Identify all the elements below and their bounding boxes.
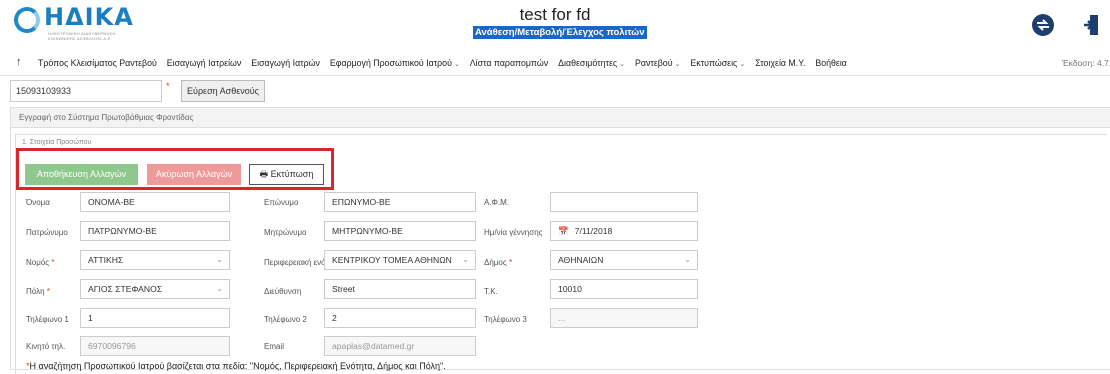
save-changes-button[interactable]: Αποθήκευση Αλλαγών [25,164,138,185]
father-name-label: Πατρώνυμο [26,228,68,237]
phone2-label: Τηλέφωνο 2 [264,315,307,324]
dob-label: Ημ/νία γέννησης [484,228,543,237]
version-label: Έκδοση: 4.7.1 [1062,58,1110,68]
page-title: test for fd [519,5,591,24]
subsection-title[interactable]: 1. Στοιχεία Προσώπου [22,139,91,146]
address-label: Διεύθυνση [264,287,302,296]
city-select[interactable]: ΑΓΙΟΣ ΣΤΕΦΑΝΟΣ ⌄ [80,279,230,299]
regional-unit-select[interactable]: ΚΕΝΤΡΙΚΟΥ ΤΟΜΕΑ ΑΘΗΝΩΝ ⌄ [324,250,476,270]
nav-item-add-clinics[interactable]: Εισαγωγή Ιατρείων [167,58,242,68]
email-field[interactable]: apaplas@datamed.gr [324,336,476,356]
last-name-label: Επώνυμο [264,198,299,207]
arrow-up-icon[interactable]: ↑ [16,56,22,68]
section-title: Εγγραφή στο Σύστημα Πρωτοβάθμιας Φροντίδ… [11,108,1110,128]
mobile-field[interactable]: 6970096796 [80,336,230,356]
nav-item-help[interactable]: Βοήθεια [815,58,847,68]
phone1-label: Τηλέφωνο 1 [26,315,69,324]
father-name-field[interactable]: ΠΑΤΡΩΝΥΜΟ-ΒΕ [80,221,230,241]
page-subtitle: Ανάθεση/Μεταβολή/Έλεγχος πολιτών [473,26,647,39]
cancel-changes-button[interactable]: Ακύρωση Αλλαγών [147,164,241,185]
first-name-label: Όνομα [26,198,50,207]
email-label: Email [264,342,285,351]
municipality-label: Δήμος * [484,258,513,267]
mobile-label: Κινητό τηλ. [26,342,66,351]
printer-icon: 🖶 [259,169,271,179]
first-name-field[interactable]: ΟΝΟΜΑ-ΒΕ [80,192,230,212]
phone2-field[interactable]: 2 [324,308,476,328]
postal-code-label: Τ.Κ. [484,287,498,296]
action-buttons-highlight: Αποθήκευση Αλλαγών Ακύρωση Αλλαγών 🖶 Εκτ… [16,148,334,190]
prefecture-select[interactable]: ΑΤΤΙΚΗΣ ⌄ [80,250,230,270]
nav-item-unit-info[interactable]: Στοιχεία Μ.Υ. [755,58,805,68]
main-navbar: ↑ Τρόπος Κλεισίματος Ραντεβού Εισαγωγή Ι… [0,50,1110,76]
postal-code-field[interactable]: 10010 [550,279,698,299]
chevron-down-icon: ⌄ [216,255,223,264]
chevron-down-icon: ⌄ [684,255,691,264]
city-label: Πόλη * [26,287,50,296]
find-patient-button[interactable]: Εύρεση Ασθενούς [181,80,265,102]
phone1-field[interactable]: 1 [80,308,230,328]
nav-item-prints[interactable]: Εκτυπώσεις ⌄ [690,58,745,68]
logo-mark-icon [14,7,40,33]
nav-item-appointment-closing[interactable]: Τρόπος Κλεισίματος Ραντεβού [38,58,157,68]
chevron-down-icon: ⌄ [216,284,223,293]
chevron-down-icon: ⌄ [462,255,469,264]
last-name-field[interactable]: ΕΠΩΝΥΜΟ-ΒΕ [324,192,476,212]
mother-name-label: Μητρώνυμο [264,228,307,237]
phone3-field[interactable]: ... [550,308,698,328]
switch-user-icon[interactable] [1032,14,1054,36]
app-header: ΗΔΙΚΑ ΗΛΕΚΤΡΟΝΙΚΗ ΔΙΑΚΥΒΕΡΝΗΣΗ ΚΟΙΝΩΝΙΚΗ… [0,0,1110,50]
logout-icon[interactable] [1083,14,1099,36]
print-button[interactable]: 🖶 Εκτύπωση [249,164,324,185]
municipality-select[interactable]: ΑΘΗΝΑΙΩΝ ⌄ [550,250,698,270]
nav-item-personal-doctor-app[interactable]: Εφαρμογή Προσωπικού Ιατρού ⌄ [330,58,460,68]
dob-field[interactable]: 📅 7/11/2018 [550,221,698,241]
mother-name-field[interactable]: ΜΗΤΡΩΝΥΜΟ-ΒΕ [324,221,476,241]
address-field[interactable]: Street [324,279,476,299]
nav-item-add-doctors[interactable]: Εισαγωγή Ιατρών [251,58,320,68]
amka-input[interactable]: 15093103933 [10,80,162,102]
idika-logo[interactable]: ΗΔΙΚΑ ΗΛΕΚΤΡΟΝΙΚΗ ΔΙΑΚΥΒΕΡΝΗΣΗ ΚΟΙΝΩΝΙΚΗ… [14,4,133,41]
chevron-down-icon: ⌄ [739,61,746,68]
nav-item-appointments[interactable]: Ραντεβού ⌄ [635,58,680,68]
logo-subtitle-line2: ΚΟΙΝΩΝΙΚΗΣ ΑΣΦΑΛΙΣΗΣ Α.Ε. [48,36,113,41]
prefecture-label: Νομός * [26,258,55,267]
required-marker: * [166,81,170,91]
afm-field[interactable] [550,192,698,212]
nav-item-availability[interactable]: Διαθεσιμότητες ⌄ [558,58,625,68]
nav-item-referral-list[interactable]: Λίστα παραπομπών [470,58,548,68]
chevron-down-icon: ⌄ [674,61,681,68]
phone3-label: Τηλέφωνο 3 [484,315,527,324]
calendar-icon[interactable]: 📅 [558,226,569,236]
chevron-down-icon: ⌄ [619,61,625,68]
logo-text: ΗΔΙΚΑ [44,3,134,31]
afm-label: Α.Φ.Μ. [484,198,510,207]
chevron-down-icon: ⌄ [453,61,460,68]
